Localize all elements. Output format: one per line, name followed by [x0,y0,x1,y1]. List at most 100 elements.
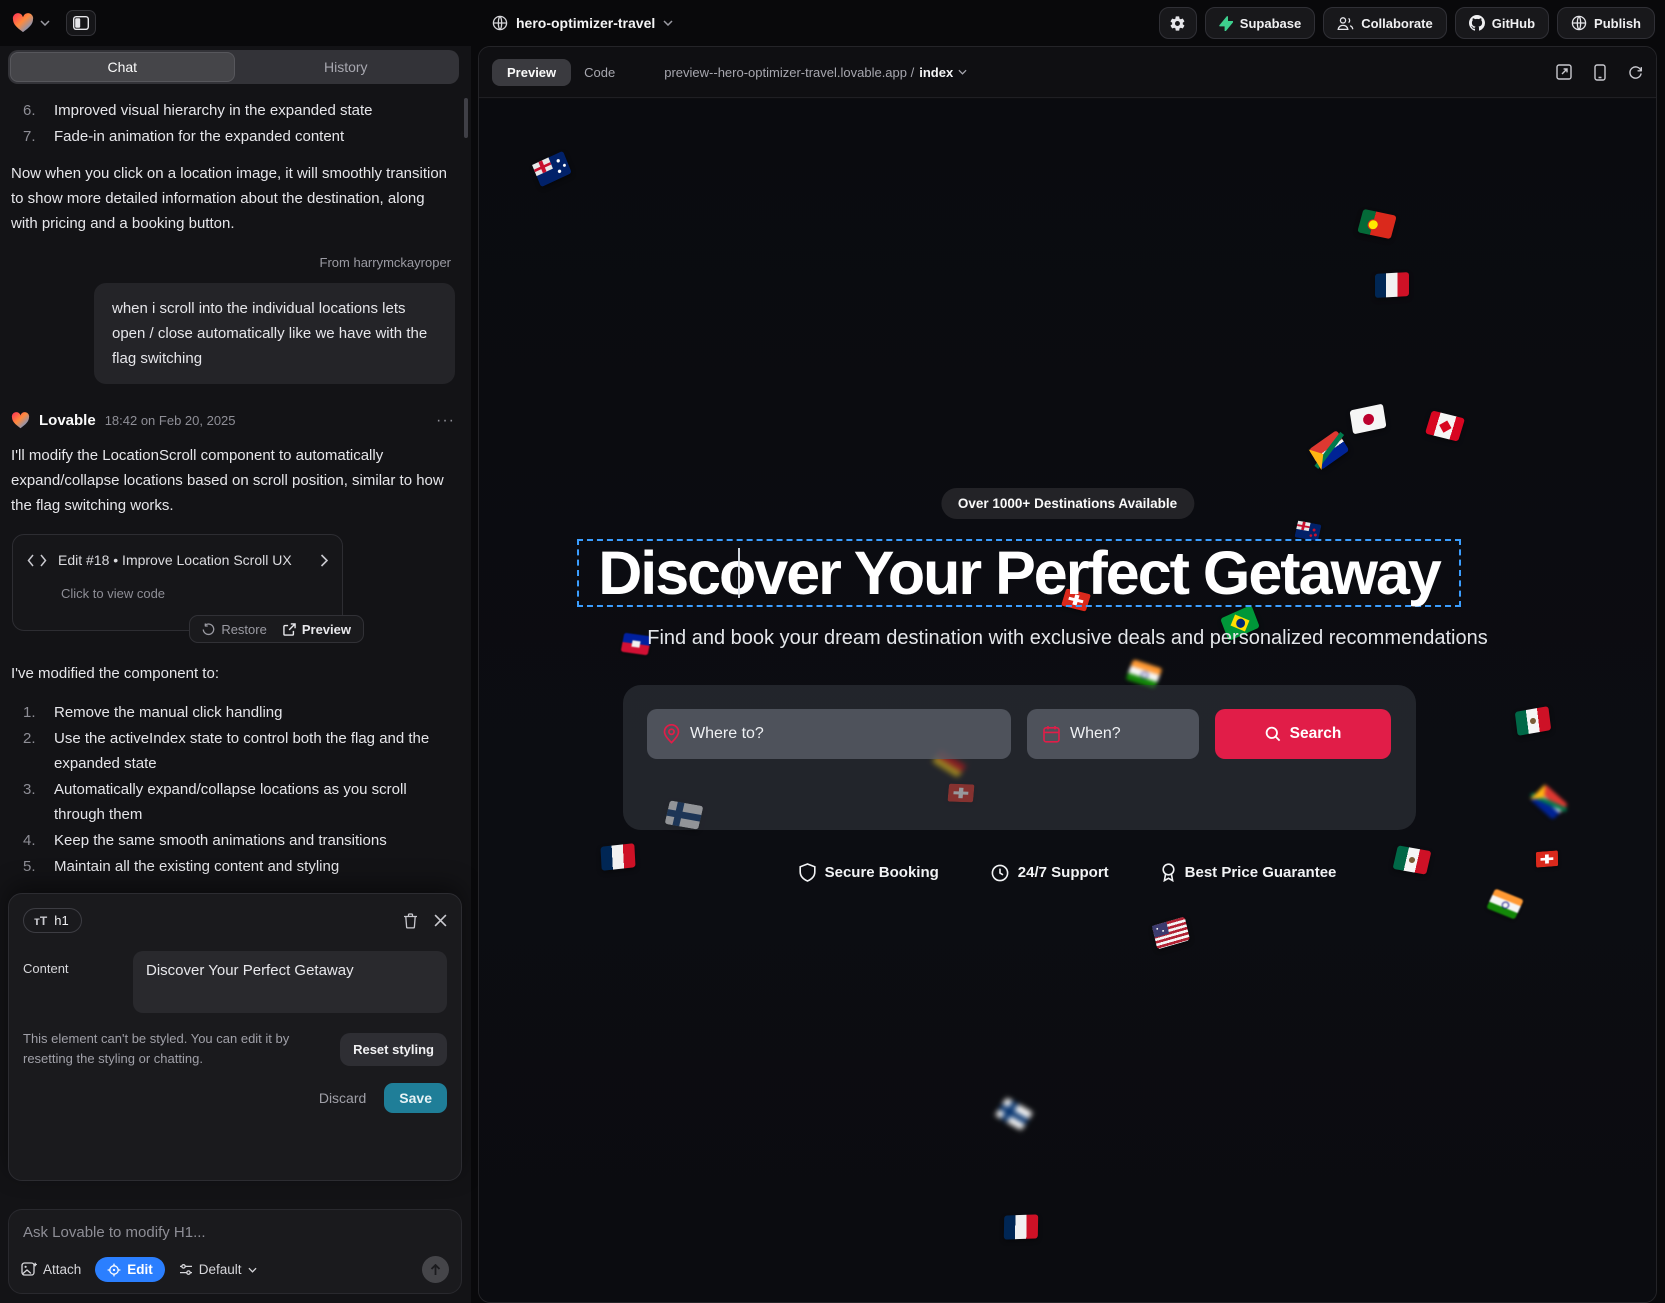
publish-button[interactable]: Publish [1557,7,1655,39]
search-button[interactable]: Search [1215,709,1391,759]
url-page: index [919,65,953,80]
content-textarea[interactable]: Discover Your Perfect Getaway [133,951,447,1013]
composer-input[interactable]: Ask Lovable to modify H1... [23,1224,447,1241]
publish-globe-icon [1571,15,1587,31]
preview-version-button[interactable]: Preview [283,617,351,642]
assistant-paragraph: I've modified the component to: [11,661,455,686]
assistant-timestamp: 18:42 on Feb 20, 2025 [105,408,236,433]
model-default-dropdown[interactable]: Default [179,1262,257,1277]
reset-styling-button[interactable]: Reset styling [340,1033,447,1066]
gear-icon [1169,15,1186,32]
chevron-down-icon [958,69,967,75]
edit-mode-label: Edit [127,1262,153,1277]
where-to-placeholder: Where to? [690,725,764,743]
preview-viewport: Over 1000+ Destinations Available Discov… [479,99,1656,1302]
feature-secure-booking: Secure Booking [799,863,939,882]
lovable-logo-heart-icon[interactable] [12,13,34,33]
delete-element-button[interactable] [403,913,418,929]
feature-label: 24/7 Support [1018,864,1109,881]
close-panel-button[interactable] [434,914,447,927]
feature-label: Secure Booking [825,864,939,881]
when-placeholder: When? [1070,725,1121,743]
text-caret [738,548,740,598]
flag-ca-icon [1425,410,1465,441]
github-button[interactable]: GitHub [1455,7,1549,39]
collaborate-label: Collaborate [1361,16,1433,31]
assistant-paragraph: Now when you click on a location image, … [11,161,455,236]
attach-label: Attach [43,1262,81,1277]
send-button[interactable] [422,1256,449,1283]
github-icon [1469,15,1485,31]
version-actions-pill: Restore Preview [189,615,364,643]
list-item: Fade-in animation for the expanded conte… [23,124,455,149]
hero-heading[interactable]: Discover Your Perfect Getaway [577,540,1461,606]
supabase-button[interactable]: Supabase [1205,7,1315,39]
sliders-icon [179,1263,193,1276]
chevron-right-icon [320,554,328,567]
tab-chat[interactable]: Chat [10,52,235,82]
mobile-view-button[interactable] [1594,64,1606,81]
typography-icon: ᴛT [34,914,47,928]
settings-button[interactable] [1159,7,1197,39]
assistant-message-header: Lovable 18:42 on Feb 20, 2025 ··· [11,408,455,433]
feature-label: Best Price Guarantee [1185,864,1337,881]
preview-header: Preview Code preview--hero-optimizer-tra… [479,47,1656,98]
feature-best-price: Best Price Guarantee [1161,863,1337,882]
restore-button[interactable]: Restore [202,617,267,642]
flag-in-icon [1486,888,1524,919]
project-name: hero-optimizer-travel [516,15,655,31]
attach-button[interactable]: Attach [21,1262,81,1277]
clock-icon [991,864,1009,882]
flag-za-icon [1530,784,1568,820]
open-in-new-tab-button[interactable] [1556,64,1572,80]
external-link-icon [283,623,296,636]
chat-sidebar: Chat History Improved visual hierarchy i… [0,46,471,1303]
styling-note: This element can't be styled. You can ed… [23,1029,328,1069]
discard-button[interactable]: Discard [319,1090,366,1106]
chevron-down-icon [248,1267,257,1273]
model-default-label: Default [199,1262,242,1277]
chat-composer[interactable]: Ask Lovable to modify H1... Attach Edit … [8,1209,462,1294]
search-panel: Where to? When? Search [623,685,1416,830]
user-attribution: From harrymckayroper [11,250,451,275]
tab-code[interactable]: Code [571,59,628,86]
chat-history-tabs: Chat History [8,50,459,84]
restore-icon [202,623,215,636]
sidebar-toggle-button[interactable] [66,10,96,36]
globe-icon [492,15,508,31]
features-row: Secure Booking 24/7 Support Best Price G… [479,863,1656,882]
edit-version-card[interactable]: Edit #18 • Improve Location Scroll UX Cl… [12,534,343,631]
collaborate-button[interactable]: Collaborate [1323,7,1447,39]
refresh-button[interactable] [1628,65,1643,80]
flag-us-icon [1152,917,1190,950]
project-switcher[interactable]: hero-optimizer-travel [492,0,673,46]
smartphone-icon [1594,64,1606,81]
award-icon [1161,863,1176,882]
topbar: hero-optimizer-travel Supabase Collabora… [0,0,1665,46]
user-message-bubble: when i scroll into the individual locati… [94,283,455,384]
preview-url[interactable]: preview--hero-optimizer-travel.lovable.a… [664,65,967,80]
message-menu-dots-icon[interactable]: ··· [436,408,455,433]
hero-subtitle: Find and book your dream destination wit… [479,627,1656,650]
arrow-up-icon [430,1264,441,1276]
when-input[interactable]: When? [1027,709,1199,759]
flag-jp-icon [1349,404,1386,435]
flag-au-icon [532,151,572,188]
logo-chevron-down-icon[interactable] [40,20,50,26]
map-pin-icon [663,724,680,744]
collaborate-people-icon [1337,16,1354,31]
supabase-label: Supabase [1240,16,1301,31]
tab-preview[interactable]: Preview [492,59,571,86]
flag-fi-icon [995,1097,1033,1130]
edit-mode-pill[interactable]: Edit [95,1257,165,1282]
save-button[interactable]: Save [384,1083,447,1113]
assistant-list-bottom: Remove the manual click handling Use the… [23,700,455,879]
search-icon [1265,726,1281,742]
tab-history[interactable]: History [235,52,458,82]
search-label: Search [1290,725,1342,743]
element-tag-label: h1 [54,913,68,928]
element-tag-pill[interactable]: ᴛT h1 [23,908,82,933]
where-to-input[interactable]: Where to? [647,709,1011,759]
lovable-avatar-heart-icon [11,412,30,429]
restore-label: Restore [221,617,267,642]
